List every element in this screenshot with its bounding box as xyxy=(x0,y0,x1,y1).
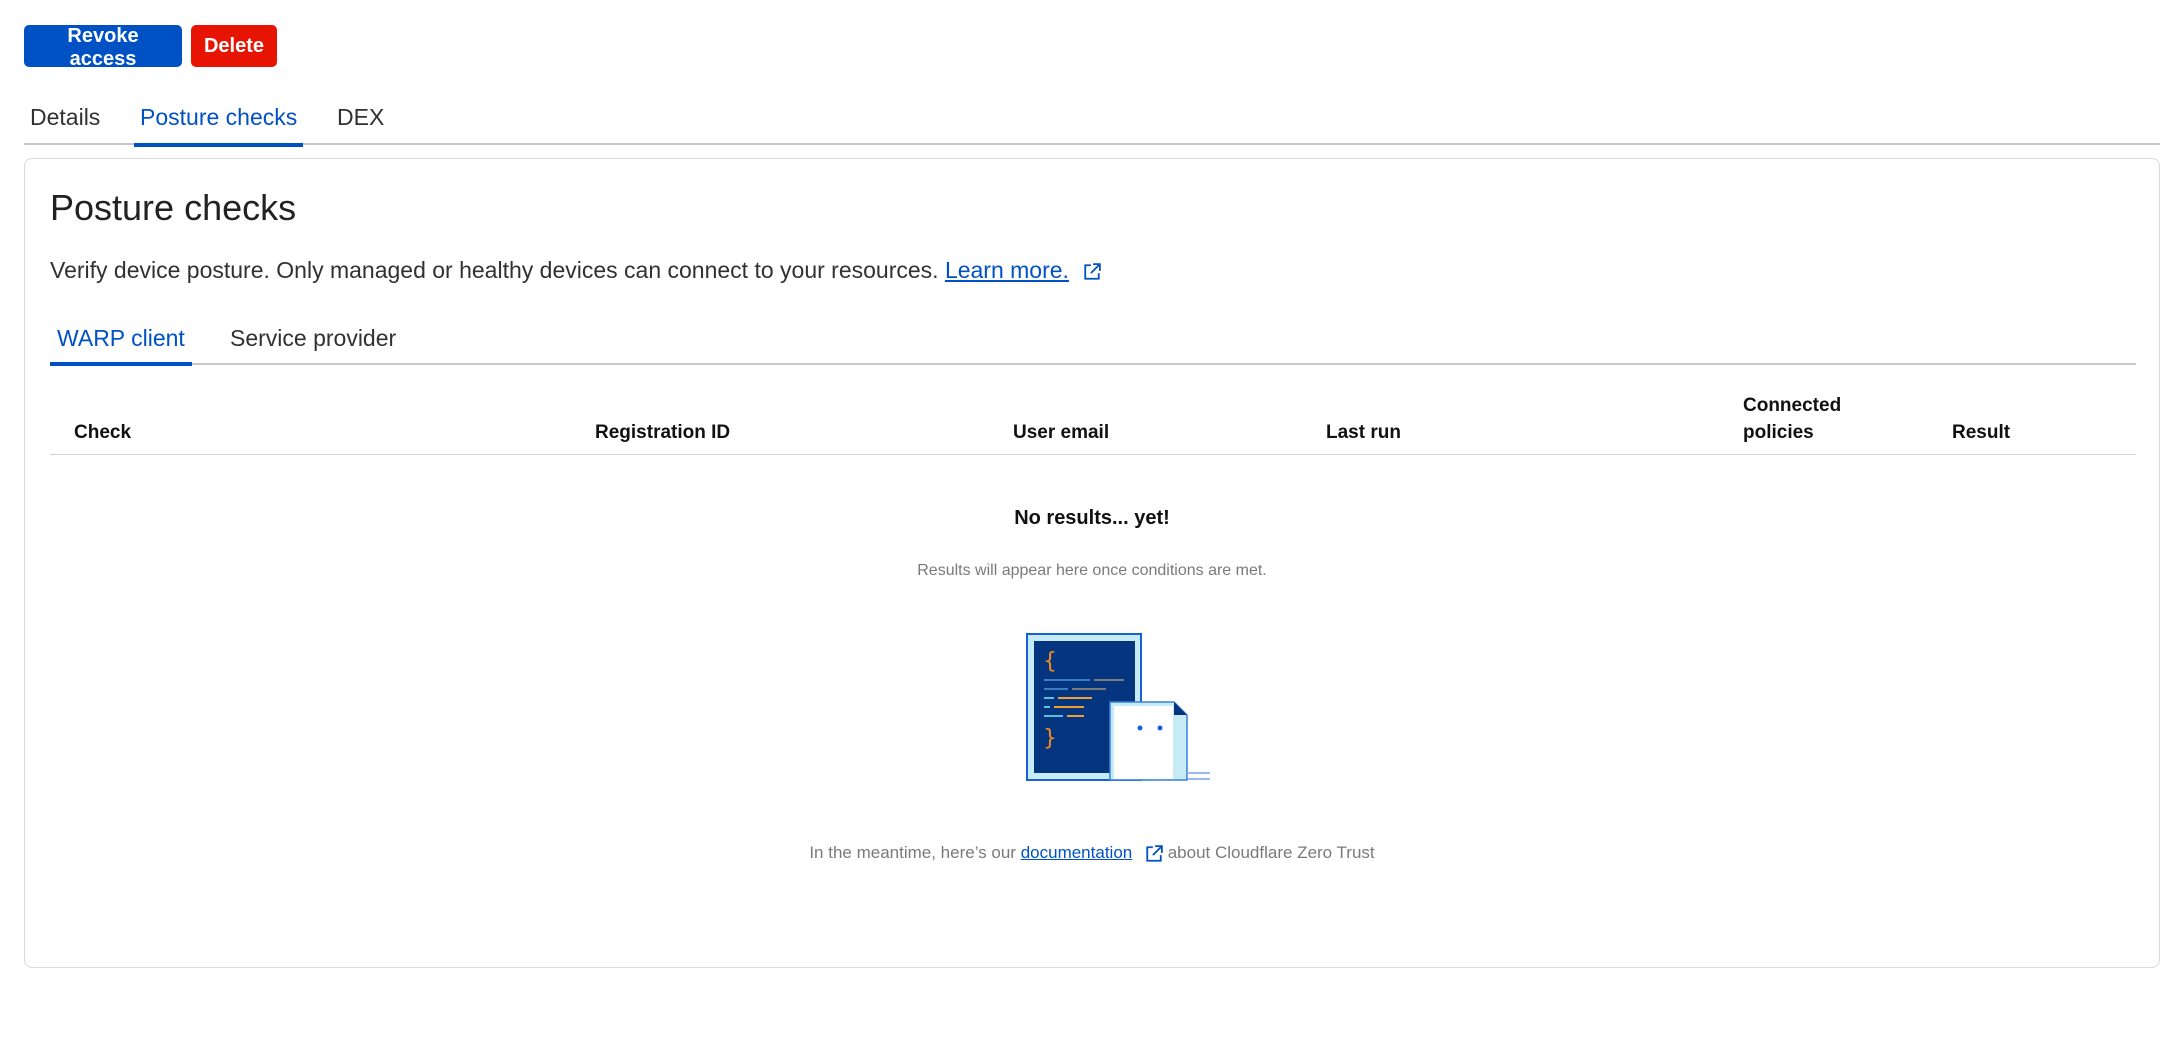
table-header: Check Registration ID User email Last ru… xyxy=(50,389,2136,455)
description: Verify device posture. Only managed or h… xyxy=(50,257,1102,284)
empty-state-footer: In the meantime, here’s our documentatio… xyxy=(25,843,2159,863)
posture-subtabs: WARP client Service provider xyxy=(50,319,2136,366)
empty-state-title: No results... yet! xyxy=(1014,507,1170,529)
column-result[interactable]: Result xyxy=(1952,419,2010,446)
tab-details[interactable]: Details xyxy=(24,104,106,147)
empty-state-illustration: { } xyxy=(1026,633,1210,781)
column-user-email[interactable]: User email xyxy=(1013,419,1109,446)
description-text: Verify device posture. Only managed or h… xyxy=(50,257,939,283)
svg-text:{: { xyxy=(1043,649,1057,674)
delete-button[interactable]: Delete xyxy=(191,25,277,67)
posture-checks-card: Posture checks Verify device posture. On… xyxy=(24,158,2160,968)
footer-prefix: In the meantime, here’s our xyxy=(809,843,1016,862)
empty-state-subtitle: Results will appear here once conditions… xyxy=(917,562,1267,579)
column-check[interactable]: Check xyxy=(74,419,131,446)
footer-suffix: about Cloudflare Zero Trust xyxy=(1167,843,1375,862)
device-tabs: Details Posture checks DEX xyxy=(24,100,2160,147)
learn-more-link[interactable]: Learn more. xyxy=(945,257,1069,283)
revoke-access-button[interactable]: Revoke access xyxy=(24,25,182,70)
column-last-run[interactable]: Last run xyxy=(1326,419,1401,446)
documentation-link[interactable]: documentation xyxy=(1021,843,1133,862)
tab-dex[interactable]: DEX xyxy=(331,104,390,147)
page-title: Posture checks xyxy=(50,187,297,228)
svg-text:}: } xyxy=(1043,726,1057,751)
column-connected-policies[interactable]: Connected policies xyxy=(1743,392,1863,446)
external-link-icon xyxy=(1084,263,1102,280)
tab-service-provider[interactable]: Service provider xyxy=(223,325,403,366)
tab-posture-checks[interactable]: Posture checks xyxy=(134,104,304,147)
external-link-icon xyxy=(1146,844,1163,862)
tab-warp-client[interactable]: WARP client xyxy=(50,325,192,366)
column-registration-id[interactable]: Registration ID xyxy=(595,419,730,446)
